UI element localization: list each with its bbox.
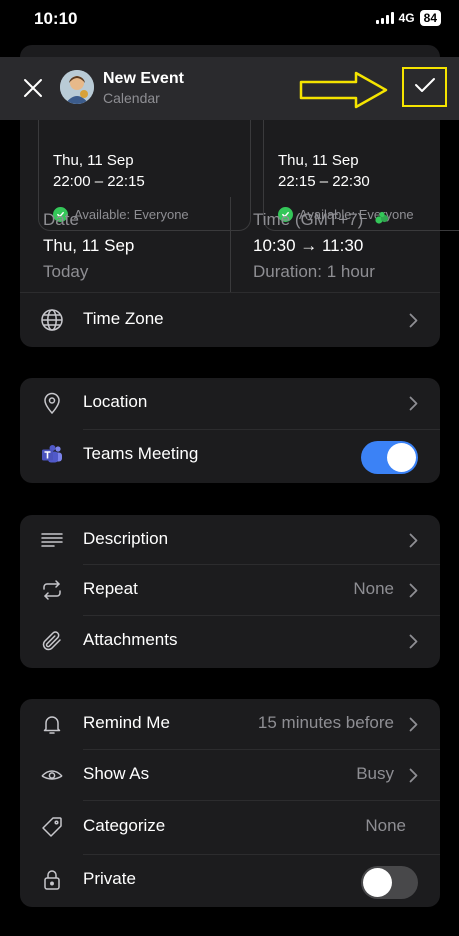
chevron-right-icon — [409, 533, 418, 548]
details-card: Description Repeat None Attachments — [20, 515, 440, 668]
date-label: Date — [43, 210, 79, 229]
header-subtitle: Calendar — [103, 90, 160, 106]
date-sub: Today — [43, 262, 89, 281]
leaf-icon — [374, 210, 390, 231]
duration-value: Duration: 1 hour — [253, 262, 375, 281]
chevron-right-icon — [409, 717, 418, 732]
status-bar: 10:10 4G 84 — [0, 0, 459, 40]
categorize-label: Categorize — [83, 816, 166, 835]
location-pin-icon — [40, 391, 64, 415]
private-toggle[interactable] — [361, 866, 418, 899]
repeat-icon — [40, 578, 64, 602]
signal-icon — [375, 12, 394, 24]
annotation-arrow-icon — [299, 71, 388, 109]
options-card: Remind Me 15 minutes before Show As Busy… — [20, 699, 440, 907]
teams-icon — [40, 443, 64, 467]
chevron-right-icon — [409, 634, 418, 649]
teams-meeting-row: Teams Meeting — [20, 430, 440, 480]
toggle-knob — [363, 868, 392, 897]
divider — [83, 800, 440, 801]
divider — [230, 197, 231, 292]
time-label: Time (GMT+7) — [253, 210, 390, 231]
lock-icon — [40, 868, 64, 892]
slot-time: 22:15 – 22:30 — [278, 173, 370, 190]
lines-icon — [40, 528, 64, 552]
description-row[interactable]: Description — [20, 515, 440, 565]
teams-meeting-toggle[interactable] — [361, 441, 418, 474]
repeat-value: None — [353, 579, 394, 598]
private-row: Private — [20, 855, 440, 905]
status-time: 10:10 — [34, 9, 78, 28]
globe-icon — [40, 308, 64, 332]
show-as-label: Show As — [83, 764, 150, 783]
location-label: Location — [83, 392, 148, 411]
attachments-label: Attachments — [83, 630, 178, 649]
slot-date: Thu, 11 Sep — [278, 152, 359, 169]
toggle-knob — [387, 443, 416, 472]
chevron-right-icon — [409, 768, 418, 783]
slot-time: 22:00 – 22:15 — [53, 173, 145, 190]
repeat-label: Repeat — [83, 579, 138, 598]
chevron-right-icon — [409, 583, 418, 598]
time-label-text: Time (GMT+7) — [253, 210, 364, 229]
slot-date: Thu, 11 Sep — [53, 152, 134, 169]
time-zone-row[interactable]: Time Zone — [20, 295, 440, 345]
time-value: 10:30 → 11:30 — [253, 236, 364, 255]
chevron-right-icon — [409, 396, 418, 411]
remind-me-label: Remind Me — [83, 713, 170, 732]
date-value: Thu, 11 Sep — [43, 236, 135, 255]
location-card: Location Teams Meeting — [20, 378, 440, 483]
show-as-row[interactable]: Show As Busy — [20, 750, 440, 800]
network-type: 4G — [398, 11, 415, 25]
event-header: New Event Calendar — [0, 57, 459, 120]
status-indicators: 4G 84 — [375, 10, 441, 26]
divider — [20, 292, 440, 293]
checkmark-icon — [414, 76, 436, 99]
tag-icon — [40, 815, 64, 839]
eye-icon — [40, 763, 64, 787]
teams-meeting-label: Teams Meeting — [83, 444, 199, 463]
location-row[interactable]: Location — [20, 378, 440, 428]
remind-me-row[interactable]: Remind Me 15 minutes before — [20, 699, 440, 749]
bell-icon — [40, 712, 64, 736]
remind-me-value: 15 minutes before — [257, 713, 394, 732]
battery-indicator: 84 — [419, 10, 441, 26]
chevron-right-icon — [409, 313, 418, 328]
calendar-avatar — [60, 70, 94, 104]
repeat-row[interactable]: Repeat None — [20, 565, 440, 615]
show-as-value: Busy — [356, 764, 394, 783]
categorize-row[interactable]: Categorize None — [20, 802, 440, 852]
paperclip-icon — [40, 629, 64, 653]
header-title: New Event — [103, 70, 184, 87]
categorize-value: None — [365, 816, 406, 835]
attachments-row[interactable]: Attachments — [20, 616, 440, 666]
close-icon[interactable] — [20, 75, 46, 101]
description-label: Description — [83, 529, 169, 548]
private-label: Private — [83, 869, 136, 888]
save-button[interactable] — [402, 67, 447, 107]
slot-availability-text: Available: Everyone — [74, 207, 189, 222]
time-zone-label: Time Zone — [83, 309, 164, 328]
